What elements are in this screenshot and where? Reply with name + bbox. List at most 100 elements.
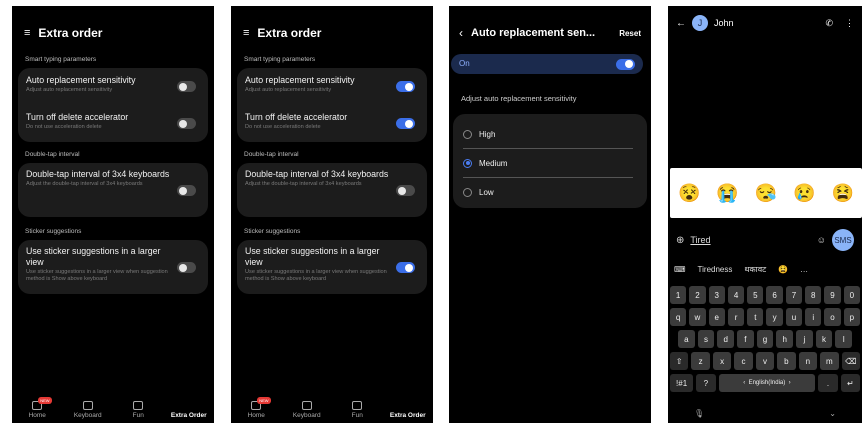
toggle-auto-replacement[interactable] [396, 81, 415, 92]
key[interactable]: 5 [747, 286, 764, 304]
suggestion-1[interactable]: Tiredness [698, 265, 733, 274]
toggle-auto-replacement[interactable] [177, 81, 196, 92]
sticker-sad[interactable]: 😢 [793, 184, 815, 202]
menu-icon[interactable]: ≡ [24, 27, 30, 39]
sticker-sleepy[interactable]: 😪 [755, 184, 777, 202]
row-double-tap[interactable]: Double-tap interval of 3x4 keyboards Adj… [26, 169, 172, 188]
key[interactable]: x [712, 352, 732, 370]
row-auto-replacement[interactable]: Auto replacement sensitivity Adjust auto… [26, 75, 200, 94]
key[interactable]: 4 [727, 286, 745, 304]
question-key[interactable]: ? [696, 374, 716, 392]
key[interactable]: 6 [766, 286, 783, 304]
send-button[interactable]: SMS [832, 229, 854, 251]
shift-icon[interactable]: ⇧ [670, 352, 689, 370]
more-icon[interactable]: ⋮ [845, 18, 854, 29]
radio-high[interactable] [463, 129, 472, 139]
chevron-down-icon[interactable]: ⌄ [829, 409, 836, 423]
reset-button[interactable]: Reset [619, 29, 641, 38]
key[interactable]: e [708, 308, 725, 326]
row-double-tap[interactable]: Double-tap interval of 3x4 keyboards Adj… [245, 169, 391, 188]
row-delete-accelerator[interactable]: Turn off delete accelerator Do not use a… [26, 112, 200, 131]
symbols-key[interactable]: !#1 [670, 374, 694, 392]
row-auto-replacement[interactable]: Auto replacement sensitivity Adjust auto… [245, 75, 419, 94]
suggestion-2[interactable]: थकावट [744, 264, 766, 275]
toggle-delete-accelerator[interactable] [177, 118, 196, 129]
nav-fun[interactable]: Fun [334, 401, 380, 419]
chevron-left-icon[interactable]: ‹ [459, 26, 463, 40]
radio-low[interactable] [463, 187, 472, 197]
key[interactable]: g [756, 330, 774, 348]
key[interactable]: 8 [805, 286, 822, 304]
key[interactable]: 1 [670, 286, 687, 304]
key[interactable]: c [734, 352, 753, 370]
option-high[interactable]: High [463, 124, 633, 144]
key[interactable]: u [785, 308, 803, 326]
key[interactable]: o [824, 308, 841, 326]
key[interactable]: b [777, 352, 796, 370]
key[interactable]: d [717, 330, 735, 348]
toggle-sticker-suggestions[interactable] [396, 262, 415, 273]
nav-keyboard[interactable]: Keyboard [65, 401, 111, 419]
sticker-tired-group[interactable]: 😵 [678, 184, 700, 202]
key[interactable]: k [815, 330, 833, 348]
key[interactable]: q [670, 308, 687, 326]
key[interactable]: 7 [785, 286, 803, 304]
avatar[interactable]: J [692, 15, 708, 31]
master-switch-bar[interactable]: On [451, 54, 643, 74]
key[interactable]: 2 [689, 286, 706, 304]
key[interactable]: v [755, 352, 775, 370]
master-toggle[interactable] [616, 58, 635, 70]
key[interactable]: l [835, 330, 853, 348]
contact-name[interactable]: John [714, 18, 813, 28]
key[interactable]: 3 [708, 286, 725, 304]
menu-icon[interactable]: ≡ [243, 27, 249, 39]
nav-keyboard[interactable]: Keyboard [284, 401, 330, 419]
toggle-double-tap[interactable] [177, 185, 196, 196]
key[interactable]: s [697, 330, 715, 348]
nav-extra-order[interactable]: Extra Order [385, 412, 431, 419]
key[interactable]: 0 [843, 286, 860, 304]
option-low[interactable]: Low [463, 182, 633, 202]
row-sticker-suggestions[interactable]: Use sticker suggestions in a larger view… [245, 246, 391, 283]
message-input[interactable]: Tired [690, 235, 810, 245]
row-sticker-suggestions[interactable]: Use sticker suggestions in a larger view… [26, 246, 172, 283]
toggle-delete-accelerator[interactable] [396, 118, 415, 129]
space-key[interactable]: ‹ English(India) › [718, 374, 816, 392]
key[interactable]: n [798, 352, 818, 370]
option-medium[interactable]: Medium [463, 153, 633, 173]
key[interactable]: t [747, 308, 764, 326]
more-icon[interactable]: … [800, 265, 808, 274]
key[interactable]: h [776, 330, 794, 348]
backspace-icon[interactable]: ⌫ [841, 352, 860, 370]
enter-icon[interactable]: ↵ [840, 374, 860, 392]
key[interactable]: z [691, 352, 710, 370]
sticker-exhausted[interactable]: 😫 [832, 184, 854, 202]
nav-home[interactable]: NEW Home [14, 397, 60, 419]
toggle-sticker-suggestions[interactable] [177, 262, 196, 273]
key[interactable]: r [727, 308, 745, 326]
radio-medium[interactable] [463, 158, 472, 168]
nav-home[interactable]: NEW Home [233, 397, 279, 419]
key[interactable]: f [737, 330, 754, 348]
row-delete-accelerator[interactable]: Turn off delete accelerator Do not use a… [245, 112, 419, 131]
key[interactable]: j [796, 330, 813, 348]
toggle-double-tap[interactable] [396, 185, 415, 196]
key[interactable]: a [678, 330, 695, 348]
period-key[interactable]: . [818, 374, 838, 392]
key[interactable]: 9 [824, 286, 841, 304]
key[interactable]: p [843, 308, 860, 326]
keyboard-icon[interactable]: ⌨ [674, 265, 686, 274]
nav-fun[interactable]: Fun [115, 401, 161, 419]
plus-icon[interactable]: ⊕ [676, 235, 684, 246]
emoji-icon[interactable]: ☺ [817, 235, 826, 245]
emoji-suggestion-icon[interactable]: 😫 [778, 265, 788, 274]
arrow-left-icon[interactable]: ← [676, 18, 686, 29]
mic-icon[interactable]: 🎙 [694, 409, 704, 423]
phone-icon[interactable]: ✆ [825, 18, 833, 29]
sticker-crying[interactable]: 😭 [716, 184, 738, 202]
key[interactable]: w [689, 308, 706, 326]
key[interactable]: y [766, 308, 783, 326]
nav-extra-order[interactable]: Extra Order [166, 412, 212, 419]
key[interactable]: m [820, 352, 839, 370]
key[interactable]: i [805, 308, 822, 326]
